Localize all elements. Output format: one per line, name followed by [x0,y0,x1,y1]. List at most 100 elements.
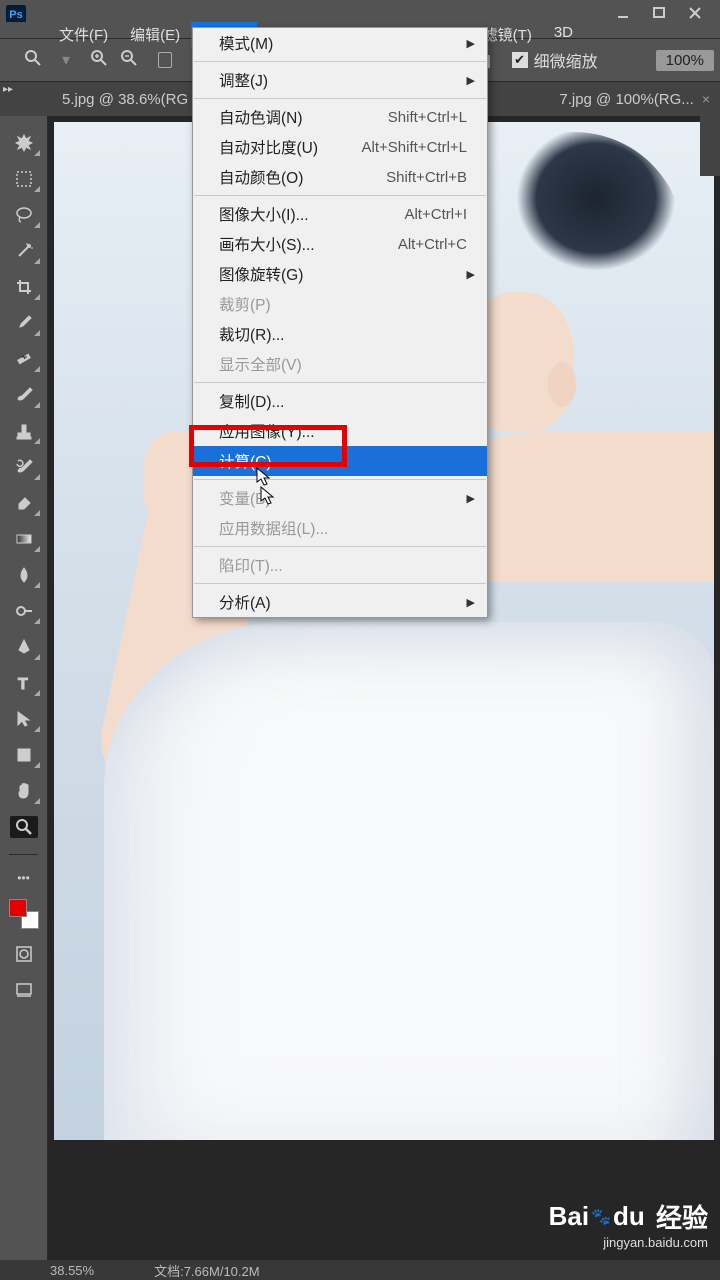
zoom-reset-icon[interactable] [618,49,636,72]
menu-item[interactable]: 图像旋转(G)▶ [193,259,487,289]
scrubby-zoom-check[interactable]: ✔ 细微缩放 [512,48,598,72]
watermark-url: jingyan.baidu.com [549,1235,708,1250]
zoom-value[interactable]: 100% [656,50,714,71]
menu-item-label: 调整(J) [219,69,467,91]
menu-3d[interactable]: 3D [543,22,584,43]
heal-tool[interactable] [10,348,38,370]
right-panel-strip[interactable] [700,116,720,176]
scrubby-zoom-label: 细微缩放 [534,48,598,72]
menu-separator [194,61,486,62]
menu-item[interactable]: 复制(D)... [193,386,487,416]
tool-preset-icon[interactable] [24,49,42,72]
menu-item-label: 图像大小(I)... [219,203,404,225]
brush-tool[interactable] [10,384,38,406]
menu-item[interactable]: 应用图像(Y)... [193,416,487,446]
menu-item-label: 图像旋转(G) [219,263,467,285]
doc-tab-2[interactable]: 7.jpg @ 100%(RG... × [549,91,720,108]
pen-tool[interactable] [10,636,38,658]
watermark: Bai🐾du 经验 jingyan.baidu.com [549,1198,708,1250]
menu-item: 显示全部(V) [193,349,487,379]
menu-item-label: 自动对比度(U) [219,136,362,158]
stamp-tool[interactable] [10,420,38,442]
menu-item-label: 自动色调(N) [219,106,388,128]
submenu-arrow-icon: ▶ [467,268,475,281]
doc-tab-1[interactable]: 5.jpg @ 38.6%(RG [52,91,198,108]
menu-item-label: 应用图像(Y)... [219,420,467,442]
tools-more-icon[interactable]: ••• [17,871,30,885]
menu-item-label: 自动颜色(O) [219,166,386,188]
menu-item[interactable]: 计算(C)... [193,446,487,476]
menu-item[interactable]: 自动色调(N)Shift+Ctrl+L [193,102,487,132]
menu-item-label: 复制(D)... [219,390,467,412]
menu-item[interactable]: 裁切(R)... [193,319,487,349]
menu-item-shortcut: Alt+Ctrl+C [398,236,467,253]
menu-item-label: 陷印(T)... [219,554,467,576]
eraser-tool[interactable] [10,492,38,514]
shape-tool[interactable] [10,744,38,766]
watermark-brand-c: 经验 [656,1198,708,1235]
tab-close-icon[interactable]: × [702,91,710,107]
status-zoom[interactable]: 38.55% [50,1263,94,1278]
type-tool[interactable]: T [10,672,38,694]
zoom-out-icon[interactable] [120,49,138,72]
submenu-arrow-icon: ▶ [467,492,475,505]
menu-item[interactable]: 自动颜色(O)Shift+Ctrl+B [193,162,487,192]
menu-item[interactable]: 模式(M)▶ [193,28,487,58]
submenu-arrow-icon: ▶ [467,37,475,50]
menu-file[interactable]: 文件(F) [48,22,119,47]
quickmask-tool[interactable] [10,943,38,965]
tools-panel: T ••• [0,116,48,1260]
menu-item[interactable]: 调整(J)▶ [193,65,487,95]
move-tool[interactable] [10,132,38,154]
screenmode-tool[interactable] [10,979,38,1001]
mouse-cursor [256,467,274,487]
color-swatches[interactable] [9,899,39,929]
menu-item-label: 应用数据组(L)... [219,517,467,539]
gradient-tool[interactable] [10,528,38,550]
watermark-brand-b: du [613,1201,645,1232]
tools-separator [9,854,37,855]
menu-item[interactable]: 自动对比度(U)Alt+Shift+Ctrl+L [193,132,487,162]
menu-separator [194,479,486,480]
image-menu-dropdown: 模式(M)▶调整(J)▶自动色调(N)Shift+Ctrl+L自动对比度(U)A… [192,27,488,618]
wand-tool[interactable] [10,240,38,262]
toolbar-expand-icon[interactable]: ▸▸ [3,84,13,98]
zoom-buttons-group [90,49,138,72]
zoom-in-icon[interactable] [90,49,108,72]
menu-item-shortcut: Alt+Shift+Ctrl+L [362,139,467,156]
fit-button[interactable] [158,52,172,68]
image-dress [104,622,714,1140]
foreground-color-swatch[interactable] [9,899,27,917]
hand-tool[interactable] [10,780,38,802]
menu-item-label: 分析(A) [219,591,467,613]
menu-item[interactable]: 分析(A)▶ [193,587,487,617]
crop-tool[interactable] [10,276,38,298]
mouse-cursor-shadow [260,486,278,506]
watermark-brand-a: Bai [549,1201,589,1232]
menu-separator [194,195,486,196]
dodge-tool[interactable] [10,600,38,622]
path-select-tool[interactable] [10,708,38,730]
menu-item: 应用数据组(L)... [193,513,487,543]
zoom-tool[interactable] [10,816,38,838]
menu-item-shortcut: Shift+Ctrl+L [388,109,467,126]
menu-item[interactable]: 画布大小(S)...Alt+Ctrl+C [193,229,487,259]
menu-item-label: 裁剪(P) [219,293,467,315]
doc-tab-1-label: 5.jpg @ 38.6%(RG [62,91,188,108]
history-brush-tool[interactable] [10,456,38,478]
eyedropper-tool[interactable] [10,312,38,334]
status-docsize[interactable]: 文档:7.66M/10.2M [154,1261,260,1280]
menu-item-label: 变量(B) [219,487,467,509]
menu-item[interactable]: 图像大小(I)...Alt+Ctrl+I [193,199,487,229]
menu-item: 裁剪(P) [193,289,487,319]
menu-separator [194,382,486,383]
doc-tab-2-label: 7.jpg @ 100%(RG... [559,91,693,108]
menu-item-label: 裁切(R)... [219,323,467,345]
marquee-tool[interactable] [10,168,38,190]
menu-edit[interactable]: 编辑(E) [119,22,191,47]
menu-item-label: 画布大小(S)... [219,233,398,255]
blur-tool[interactable] [10,564,38,586]
menu-item-shortcut: Shift+Ctrl+B [386,169,467,186]
svg-text:T: T [18,676,28,692]
lasso-tool[interactable] [10,204,38,226]
